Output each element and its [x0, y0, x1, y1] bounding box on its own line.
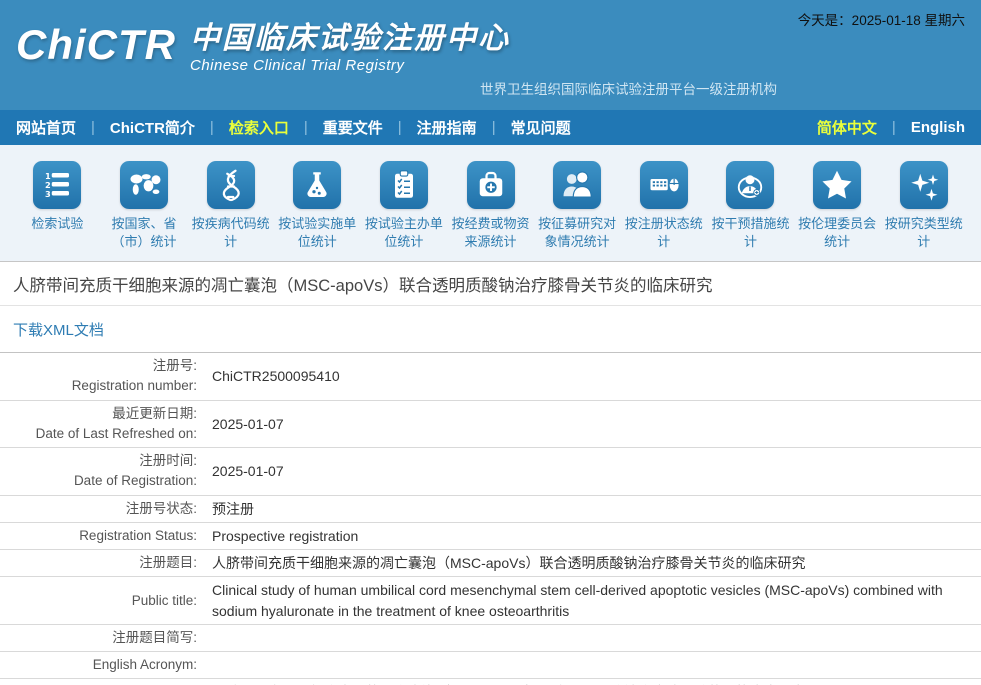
site-subtitle: 世界卫生组织国际临床试验注册平台一级注册机构 [480, 78, 777, 98]
row-value: Clinical study of human umbilical cord m… [205, 580, 981, 621]
toolbar-item-7[interactable]: 按注册状态统计 [620, 161, 707, 261]
row-label: 注册题目: [0, 553, 205, 573]
nav-separator: | [398, 119, 402, 136]
table-row: 研究课题的正式科学名称:人脐带间充质干细胞来源的凋亡囊泡（MSC-apoVs）联… [0, 679, 981, 685]
toolbar-item-label: 按征募研究对象情况统计 [534, 215, 621, 250]
sparkles-icon [900, 161, 948, 209]
nav-separator: | [91, 119, 95, 136]
main-nav-items: 网站首页 | ChiCTR简介 | 检索入口 | 重要文件 | 注册指南 | 常见问题 [16, 117, 571, 138]
row-label: 注册号:Registration number: [0, 356, 205, 397]
toolbar-item-label: 按研究类型统计 [880, 215, 967, 250]
lang-en-link[interactable]: English [911, 119, 965, 136]
nav-separator: | [304, 119, 308, 136]
row-value: 预注册 [205, 499, 981, 519]
row-value: 人脐带间充质干细胞来源的凋亡囊泡（MSC-apoVs）联合透明质酸钠治疗膝骨关节… [205, 553, 981, 573]
row-value: 2025-01-07 [205, 414, 981, 434]
nav-item-4[interactable]: 注册指南 [417, 117, 477, 138]
toolbar-item-label: 按试验实施单位统计 [274, 215, 361, 250]
star-icon [813, 161, 861, 209]
site-title-zh: 中国临床试验注册中心 [190, 22, 510, 55]
table-row: 最近更新日期:Date of Last Refreshed on:2025-01… [0, 401, 981, 449]
table-row: 注册时间:Date of Registration:2025-01-07 [0, 448, 981, 496]
svg-text:3: 3 [45, 189, 51, 199]
toolbar-item-0[interactable]: 123 检索试验 [14, 161, 101, 261]
toolbar-item-8[interactable]: 按干预措施统计 [707, 161, 794, 261]
download-xml-link[interactable]: 下载XML文档 [13, 322, 104, 339]
statistics-toolbar: 123 检索试验按国家、省（市）统计按疾病代码统计按试验实施单位统计按试验主办单位… [0, 145, 981, 262]
toolbar-item-label: 按试验主办单位统计 [361, 215, 448, 250]
nav-separator: | [892, 119, 896, 136]
toolbar-item-3[interactable]: 按试验实施单位统计 [274, 161, 361, 261]
row-value: ChiCTR2500095410 [205, 366, 981, 386]
toolbar-item-5[interactable]: 按经费或物资来源统计 [447, 161, 534, 261]
row-label: Public title: [0, 591, 205, 611]
download-row: 下载XML文档 [0, 306, 981, 352]
row-value: Prospective registration [205, 526, 981, 546]
nav-separator: | [492, 119, 496, 136]
header: 今天是：2025-01-18 星期六 ChiCTR 中国临床试验注册中心 Chi… [0, 0, 981, 110]
registration-detail-table: 注册号:Registration number:ChiCTR2500095410… [0, 352, 981, 685]
toolbar-item-6[interactable]: 按征募研究对象情况统计 [534, 161, 621, 261]
row-label: Registration Status: [0, 526, 205, 546]
row-value: 2025-01-07 [205, 461, 981, 481]
people-icon [553, 161, 601, 209]
study-title: 人脐带间充质干细胞来源的凋亡囊泡（MSC-apoVs）联合透明质酸钠治疗膝骨关节… [0, 262, 981, 306]
nav-item-5[interactable]: 常见问题 [511, 117, 571, 138]
table-row: 注册号:Registration number:ChiCTR2500095410 [0, 353, 981, 401]
current-date: 今天是：2025-01-18 星期六 [798, 9, 965, 29]
nav-item-2[interactable]: 检索入口 [229, 117, 289, 138]
medical-bag-icon [467, 161, 515, 209]
toolbar-item-label: 按干预措施统计 [707, 215, 794, 250]
lang-zh-link[interactable]: 简体中文 [817, 117, 877, 138]
nav-separator: | [210, 119, 214, 136]
dna-icon [207, 161, 255, 209]
toolbar-item-4[interactable]: 按试验主办单位统计 [361, 161, 448, 261]
main-nav: 网站首页 | ChiCTR简介 | 检索入口 | 重要文件 | 注册指南 | 常见问题 简体中文 |… [0, 110, 981, 145]
toolbar-item-label: 按伦理委员会统计 [794, 215, 881, 250]
toolbar-item-label: 按注册状态统计 [620, 215, 707, 250]
row-label: English Acronym: [0, 655, 205, 675]
clipboard-icon [380, 161, 428, 209]
toolbar-item-2[interactable]: 按疾病代码统计 [187, 161, 274, 261]
table-row: 注册题目:人脐带间充质干细胞来源的凋亡囊泡（MSC-apoVs）联合透明质酸钠治… [0, 550, 981, 577]
toolbar-item-9[interactable]: 按伦理委员会统计 [794, 161, 881, 261]
table-row: Public title:Clinical study of human umb… [0, 577, 981, 625]
world-map-icon [120, 161, 168, 209]
row-label: 最近更新日期:Date of Last Refreshed on: [0, 404, 205, 445]
row-label: 注册号状态: [0, 499, 205, 519]
toolbar-item-10[interactable]: 按研究类型统计 [880, 161, 967, 261]
table-row: 注册题目简写: [0, 625, 981, 652]
chictr-logo[interactable]: ChiCTR [16, 22, 176, 68]
toolbar-item-label: 按国家、省（市）统计 [101, 215, 188, 250]
nav-item-3[interactable]: 重要文件 [323, 117, 383, 138]
table-row: Registration Status:Prospective registra… [0, 523, 981, 550]
toolbar-item-label: 检索试验 [14, 215, 101, 233]
toolbar-item-label: 按经费或物资来源统计 [447, 215, 534, 250]
table-row: 注册号状态:预注册 [0, 496, 981, 523]
row-label: 注册题目简写: [0, 628, 205, 648]
table-row: English Acronym: [0, 652, 981, 679]
nav-item-1[interactable]: ChiCTR简介 [110, 117, 195, 138]
flask-icon [293, 161, 341, 209]
doctor-icon [726, 161, 774, 209]
row-label: 注册时间:Date of Registration: [0, 451, 205, 492]
lang-switch: 简体中文 | English [817, 117, 965, 138]
keyboard-mouse-icon [640, 161, 688, 209]
site-title-en: Chinese Clinical Trial Registry [190, 57, 510, 74]
toolbar-item-1[interactable]: 按国家、省（市）统计 [101, 161, 188, 261]
numbered-list-icon: 123 [33, 161, 81, 209]
nav-item-0[interactable]: 网站首页 [16, 117, 76, 138]
toolbar-item-label: 按疾病代码统计 [187, 215, 274, 250]
